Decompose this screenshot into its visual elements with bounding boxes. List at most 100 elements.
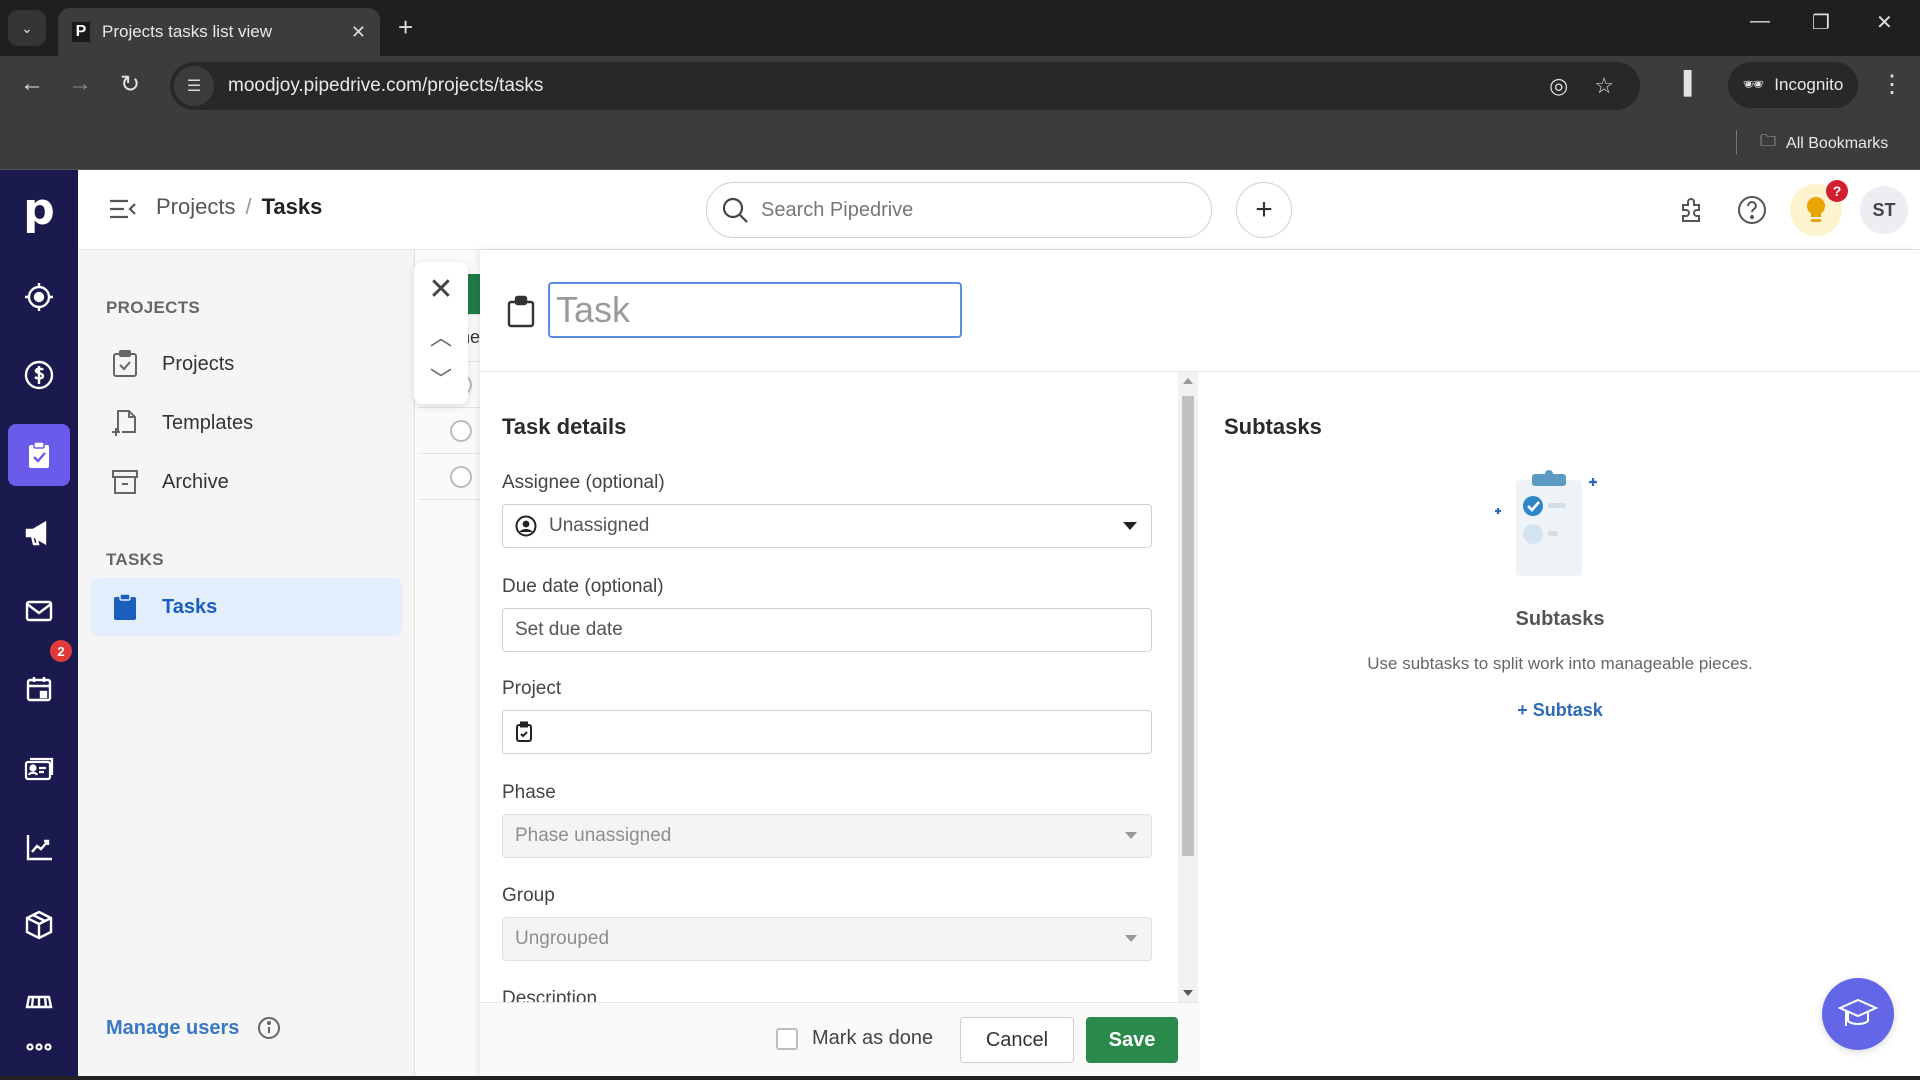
breadcrumb-projects[interactable]: Projects bbox=[156, 194, 235, 220]
new-tab-button[interactable]: + bbox=[398, 12, 413, 43]
reload-icon[interactable]: ↻ bbox=[120, 70, 140, 99]
contact-card-icon bbox=[24, 757, 54, 781]
quick-add-button[interactable]: + bbox=[1236, 182, 1292, 238]
side-panel-icon[interactable]: ▐ bbox=[1676, 70, 1692, 96]
close-panel-icon[interactable]: ✕ bbox=[414, 272, 468, 307]
add-subtask-button[interactable]: + Subtask bbox=[1200, 700, 1920, 721]
search-input[interactable] bbox=[761, 198, 1181, 222]
sidebar-item-templates[interactable]: Templates bbox=[90, 395, 402, 451]
panel-nav-controls: ✕ ︿ ﹀ bbox=[414, 262, 468, 404]
puzzle-icon bbox=[1682, 198, 1700, 222]
sidebar-item-label: Archive bbox=[162, 470, 229, 493]
rail-mail[interactable] bbox=[8, 580, 70, 642]
calendar-icon bbox=[26, 677, 52, 702]
target-icon bbox=[25, 283, 53, 311]
table-row[interactable] bbox=[418, 454, 480, 500]
manage-users-label[interactable]: Manage users bbox=[106, 1017, 239, 1040]
all-bookmarks-label: All Bookmarks bbox=[1786, 134, 1889, 152]
table-row[interactable] bbox=[418, 408, 480, 454]
browser-tab[interactable]: P Projects tasks list view ✕ bbox=[58, 8, 380, 56]
browser-menu-icon[interactable]: ⋮ bbox=[1880, 70, 1904, 99]
site-info-icon[interactable]: ☰ bbox=[174, 66, 214, 106]
tab-title: Projects tasks list view bbox=[102, 22, 273, 41]
rail-more[interactable] bbox=[8, 1016, 70, 1078]
sidebar-item-tasks[interactable]: Tasks bbox=[90, 578, 402, 636]
back-icon[interactable]: ← bbox=[20, 70, 44, 98]
tab-close-icon[interactable]: ✕ bbox=[351, 22, 366, 43]
task-complete-radio[interactable] bbox=[450, 420, 472, 442]
address-bar[interactable]: ☰ moodjoy.pipedrive.com/projects/tasks ◎… bbox=[170, 62, 1640, 110]
assignee-select[interactable]: Unassigned bbox=[502, 504, 1152, 548]
list-accent-bar bbox=[468, 274, 480, 314]
collapse-menu-icon[interactable] bbox=[108, 196, 138, 222]
group-value: Ungrouped bbox=[515, 928, 610, 949]
rail-deals[interactable] bbox=[8, 344, 70, 406]
scroll-up-arrow-icon[interactable] bbox=[1183, 378, 1193, 384]
scrollbar-thumb[interactable] bbox=[1182, 396, 1194, 856]
restore-icon[interactable]: ❐ bbox=[1812, 10, 1830, 35]
rail-contacts[interactable] bbox=[8, 738, 70, 800]
storefront-icon bbox=[25, 995, 53, 1009]
url-text[interactable]: moodjoy.pipedrive.com/projects/tasks bbox=[228, 75, 1549, 97]
task-title-row bbox=[480, 250, 1920, 372]
rail-products[interactable] bbox=[8, 894, 70, 956]
task-complete-radio[interactable] bbox=[450, 466, 472, 488]
lightbulb-icon bbox=[1806, 196, 1826, 222]
rail-projects[interactable] bbox=[8, 424, 70, 486]
extensions-button[interactable] bbox=[1674, 192, 1710, 228]
eye-off-icon[interactable]: ◎ bbox=[1549, 73, 1568, 99]
due-date-field[interactable]: Set due date bbox=[502, 608, 1152, 652]
academy-button[interactable] bbox=[1822, 978, 1894, 1050]
save-button[interactable]: Save bbox=[1086, 1017, 1178, 1063]
tab-search-button[interactable]: ⌄ bbox=[8, 10, 46, 46]
all-bookmarks-button[interactable]: 🗀 All Bookmarks bbox=[1760, 130, 1888, 157]
project-field[interactable] bbox=[502, 710, 1152, 754]
chevron-up-icon[interactable]: ︿ bbox=[414, 320, 468, 352]
pipedrive-favicon: P bbox=[72, 22, 90, 42]
panel-footer: Mark as done Cancel Save bbox=[480, 1002, 1200, 1080]
minimize-icon[interactable]: — bbox=[1750, 10, 1770, 33]
archive-icon bbox=[112, 470, 138, 494]
forward-icon[interactable]: → bbox=[68, 70, 92, 98]
scroll-down-arrow-icon[interactable] bbox=[1183, 990, 1193, 996]
sidebar-item-label: Templates bbox=[162, 411, 254, 434]
pipedrive-app: p 2 Projects / Tasks Search Pipedrive + … bbox=[0, 170, 1920, 1080]
help-icon bbox=[1738, 196, 1766, 224]
rail-activities[interactable] bbox=[8, 658, 70, 720]
search-icon bbox=[722, 197, 748, 223]
sidebar-item-projects[interactable]: Projects bbox=[90, 336, 402, 392]
pipedrive-logo[interactable]: p bbox=[0, 184, 78, 235]
subtasks-panel: Subtasks Subtasks Use subtasks to split … bbox=[1200, 372, 1920, 1080]
phase-label: Phase bbox=[502, 782, 556, 803]
user-avatar[interactable]: ST bbox=[1860, 186, 1908, 234]
form-scrollbar[interactable] bbox=[1178, 372, 1198, 1002]
nav-rail: p 2 bbox=[0, 170, 78, 1080]
cancel-button[interactable]: Cancel bbox=[960, 1017, 1074, 1063]
star-icon[interactable]: ☆ bbox=[1594, 73, 1614, 99]
chevron-down-icon: ⌄ bbox=[21, 19, 33, 36]
chevron-down-icon[interactable]: ﹀ bbox=[414, 362, 468, 394]
help-button[interactable] bbox=[1734, 192, 1770, 228]
task-details-heading: Task details bbox=[502, 414, 627, 439]
task-title-input[interactable] bbox=[548, 282, 962, 338]
mark-as-done-toggle[interactable]: Mark as done bbox=[776, 1027, 933, 1050]
clipboard-icon bbox=[114, 593, 136, 620]
info-icon[interactable] bbox=[257, 1016, 281, 1040]
projects-sidebar: PROJECTS Projects Templates Archive TASK… bbox=[78, 250, 415, 1080]
group-select[interactable]: Ungrouped bbox=[502, 917, 1152, 961]
global-search[interactable] bbox=[706, 182, 1212, 238]
phase-select[interactable]: Phase unassigned bbox=[502, 814, 1152, 858]
rail-leads[interactable] bbox=[8, 266, 70, 328]
manage-users-link[interactable]: Manage users bbox=[106, 1016, 281, 1040]
group-label: Group bbox=[502, 885, 555, 906]
mark-as-done-checkbox[interactable] bbox=[776, 1027, 798, 1050]
project-clipboard-icon bbox=[516, 721, 532, 742]
due-date-placeholder: Set due date bbox=[515, 619, 623, 640]
window-close-icon[interactable]: ✕ bbox=[1876, 10, 1893, 35]
sidebar-item-archive[interactable]: Archive bbox=[90, 454, 402, 510]
rail-insights[interactable] bbox=[8, 816, 70, 878]
bookmarks-bar: 🗀 All Bookmarks bbox=[0, 116, 1920, 170]
task-icon bbox=[507, 295, 535, 328]
rail-campaigns[interactable] bbox=[8, 502, 70, 564]
incognito-indicator[interactable]: 🕶 Incognito bbox=[1728, 62, 1858, 108]
